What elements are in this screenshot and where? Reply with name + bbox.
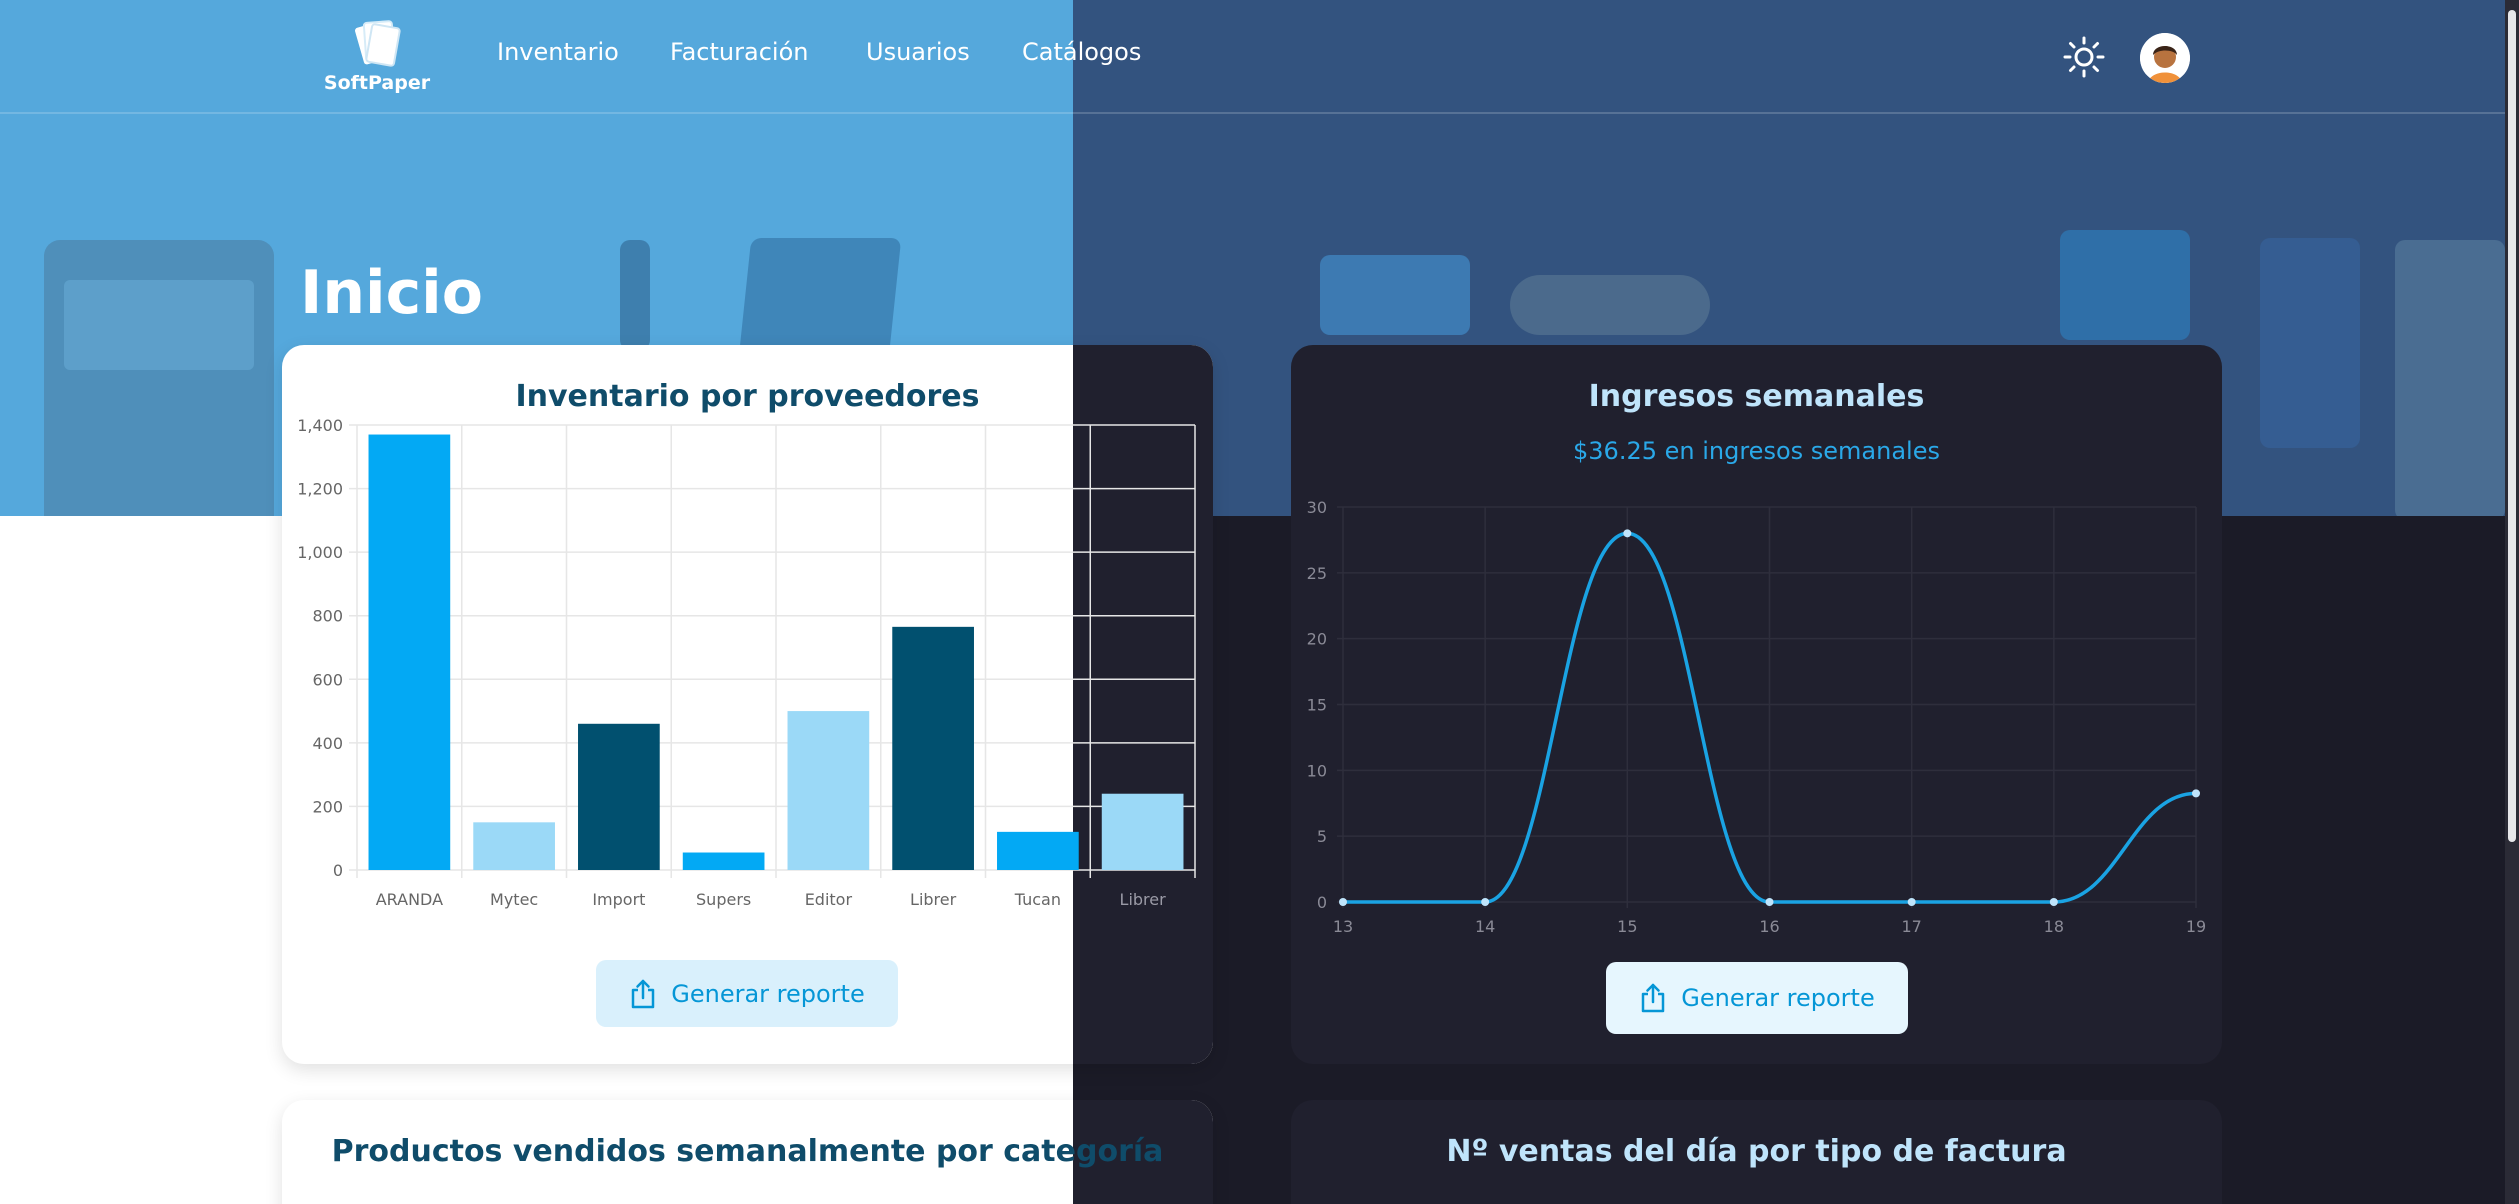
x-tick-label: 18 <box>2044 917 2064 936</box>
x-tick-label: ARANDA <box>376 890 443 909</box>
tape-image <box>1320 255 1470 335</box>
products-card: Productos vendidos semanalmente por cate… <box>282 1100 1213 1204</box>
inventory-card-title: Inventario por proveedores <box>515 379 980 414</box>
x-tick-label: Librer <box>910 890 957 909</box>
x-tick-label: 13 <box>1333 917 1353 936</box>
bar <box>473 822 555 870</box>
notebook-image <box>738 238 902 358</box>
notepad-image <box>2395 240 2505 516</box>
y-tick-label: 0 <box>333 861 343 880</box>
y-tick-label: 800 <box>312 607 343 626</box>
avatar-icon <box>2140 33 2190 83</box>
x-tick-label: Librer <box>1120 890 1167 909</box>
x-tick-label: 19 <box>2186 917 2206 936</box>
inventory-report-button[interactable]: Generar reporte <box>596 960 898 1027</box>
share-icon <box>1642 983 1665 1013</box>
paper-stack-icon <box>355 20 401 67</box>
inventory-report-label: Generar reporte <box>671 979 865 1008</box>
y-tick-label: 30 <box>1307 498 1327 517</box>
bar <box>1101 793 1184 870</box>
y-tick-label: 10 <box>1307 761 1327 780</box>
y-tick-label: 1,000 <box>297 543 343 562</box>
page-title: Inicio <box>300 258 483 328</box>
ruler-image <box>1510 275 1710 335</box>
data-point <box>1481 898 1490 906</box>
brand-logo[interactable]: SoftPaper <box>322 18 432 96</box>
income-card: Ingresos semanales $36.25 en ingresos se… <box>1291 345 2222 1064</box>
y-tick-label: 20 <box>1307 630 1327 649</box>
income-report-label: Generar reporte <box>1681 984 1875 1012</box>
y-tick-label: 200 <box>312 797 343 816</box>
data-point <box>1765 898 1774 906</box>
y-tick-label: 1,400 <box>297 416 343 435</box>
data-point <box>1339 898 1347 906</box>
inventory-card: Inventario por proveedores 0 200 400 600 800… <box>282 345 1213 1064</box>
folder-image <box>2060 230 2190 340</box>
y-tick-label: 15 <box>1307 696 1327 715</box>
sales-card-title: Nº ventas del día por tipo de factura <box>1446 1134 2067 1169</box>
nav-item-facturacion[interactable]: Facturación <box>670 38 808 66</box>
data-point <box>1907 898 1916 906</box>
scrollbar-thumb[interactable] <box>2508 10 2516 842</box>
eraser-image <box>2260 238 2360 448</box>
x-tick-label: Import <box>592 890 645 909</box>
theme-toggle-button[interactable] <box>2062 35 2106 79</box>
x-tick-label: Editor <box>805 890 853 909</box>
x-tick-label: 14 <box>1475 917 1495 936</box>
y-tick-label: 5 <box>1317 827 1327 846</box>
brand-name: SoftPaper <box>323 72 431 94</box>
inventory-bar-chart: 0 200 400 600 800 1,000 1,200 1,400 ARANDA Mytec I… <box>297 416 1196 909</box>
x-tick-label: Supers <box>696 890 751 909</box>
y-tick-label: 25 <box>1307 564 1327 583</box>
y-tick-label: 1,200 <box>297 480 343 499</box>
data-point <box>2192 789 2200 798</box>
data-point <box>2049 898 2058 906</box>
share-icon <box>632 979 655 1008</box>
pen-image <box>620 240 650 350</box>
calculator-image <box>44 240 274 516</box>
x-tick-label: Tucan <box>1014 890 1061 909</box>
income-line-chart: 0 5 10 15 20 25 30 13 14 15 16 17 18 19 <box>1307 498 2207 936</box>
sales-card: Nº ventas del día por tipo de factura <box>1291 1100 2222 1204</box>
data-point <box>1623 529 1632 538</box>
bar <box>997 831 1079 870</box>
bar <box>368 434 451 870</box>
bar <box>787 711 870 870</box>
bar <box>682 852 765 870</box>
x-tick-label: 15 <box>1617 917 1637 936</box>
x-tick-label: 17 <box>1901 917 1921 936</box>
income-card-title: Ingresos semanales <box>1588 379 1925 414</box>
sun-icon <box>2063 36 2105 78</box>
income-report-button[interactable]: Generar reporte <box>1606 962 1908 1034</box>
x-tick-label: Mytec <box>490 890 538 909</box>
bar <box>578 723 660 870</box>
y-tick-label: 600 <box>312 670 343 689</box>
income-subtitle: $36.25 en ingresos semanales <box>1573 437 1940 465</box>
user-avatar[interactable] <box>2140 33 2190 83</box>
nav-item-inventario[interactable]: Inventario <box>497 38 619 66</box>
nav-item-catalogos[interactable]: Catálogos <box>1022 38 1141 66</box>
bar <box>892 626 974 870</box>
y-tick-label: 400 <box>312 734 343 753</box>
top-navbar: SoftPaper Inventario Facturación Usuario… <box>0 0 2519 114</box>
products-card-title: Productos vendidos semanalmente por cate… <box>331 1134 1164 1169</box>
y-tick-label: 0 <box>1317 893 1327 912</box>
nav-item-usuarios[interactable]: Usuarios <box>866 38 970 66</box>
x-tick-label: 16 <box>1759 917 1779 936</box>
